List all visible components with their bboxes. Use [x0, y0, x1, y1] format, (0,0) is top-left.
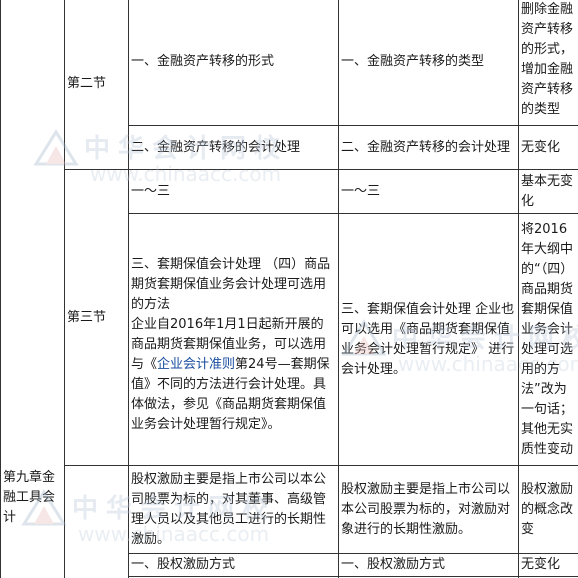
section-label: 第二节: [64, 0, 129, 170]
old-text-cell: 股权激励主要是指上市公司以本公司股票为标的，对其董事、高级管理人员以及其他员工进…: [128, 465, 339, 554]
old-text-cell: 二、金融资产转移的会计处理: [128, 125, 339, 170]
chapter-cell: 第九章金融工具会计: [0, 0, 65, 578]
old-text-cell: 一、股权激励方式: [128, 553, 339, 577]
change-cell: 无变化: [518, 553, 578, 577]
section-label: 第三节: [64, 169, 129, 466]
section-label: [64, 465, 129, 578]
comparison-page: 第九章金融工具会计 第二节 一、金融资产转移的形式 一、金融资产转移的类型 删除…: [0, 0, 578, 578]
change-cell: 将2016年大纲中的“（四）商品期货套期保值业务会计处理可选用的方法”改为一句话…: [518, 213, 578, 466]
new-text-cell: 股权激励主要是指上市公司以本公司股票为标的，对激励对象进行的长期性激励。: [338, 465, 519, 554]
standard-link[interactable]: 企业会计准则: [157, 357, 235, 372]
old-text-cell: 一～三: [128, 169, 339, 214]
change-cell: 无变化: [518, 125, 578, 170]
table-row: 股权激励主要是指上市公司以本公司股票为标的，对其董事、高级管理人员以及其他员工进…: [1, 465, 578, 578]
new-text-cell: 一、股权激励方式: [338, 553, 519, 577]
new-text-cell: 一、金融资产转移的类型: [338, 0, 519, 126]
new-text-cell: 一～三: [338, 169, 519, 214]
old-text-body: 企业自2016年1月1日起新开展的商品期货套期保值业务，可以选用与《企业会计准则…: [131, 315, 336, 435]
change-cell: 基本无变化: [518, 169, 578, 214]
new-text-cell: 二、金融资产转移的会计处理: [338, 125, 519, 170]
table-row: 第三节 一～三 一～三 基本无变化: [1, 169, 578, 466]
old-text-cell: 一、金融资产转移的形式: [128, 0, 339, 126]
syllabus-comparison-table: 第九章金融工具会计 第二节 一、金融资产转移的形式 一、金融资产转移的类型 删除…: [0, 0, 578, 578]
change-cell: 删除金融资产转移的形式，增加金融资产转移的类型: [518, 0, 578, 126]
new-text-cell: 三、套期保值会计处理 企业也可以选用《商品期货套期保值业务会计处理暂行规定》 进…: [338, 213, 519, 466]
table-row: 第九章金融工具会计 第二节 一、金融资产转移的形式 一、金融资产转移的类型 删除…: [0, 0, 578, 578]
change-cell: 股权激励的概念改变: [518, 465, 578, 554]
old-text-cell: 三、套期保值会计处理 （四）商品期货套期保值业务会计处理可选用的方法 企业自20…: [128, 213, 339, 466]
old-text-heading: 三、套期保值会计处理 （四）商品期货套期保值业务会计处理可选用的方法: [131, 256, 331, 312]
